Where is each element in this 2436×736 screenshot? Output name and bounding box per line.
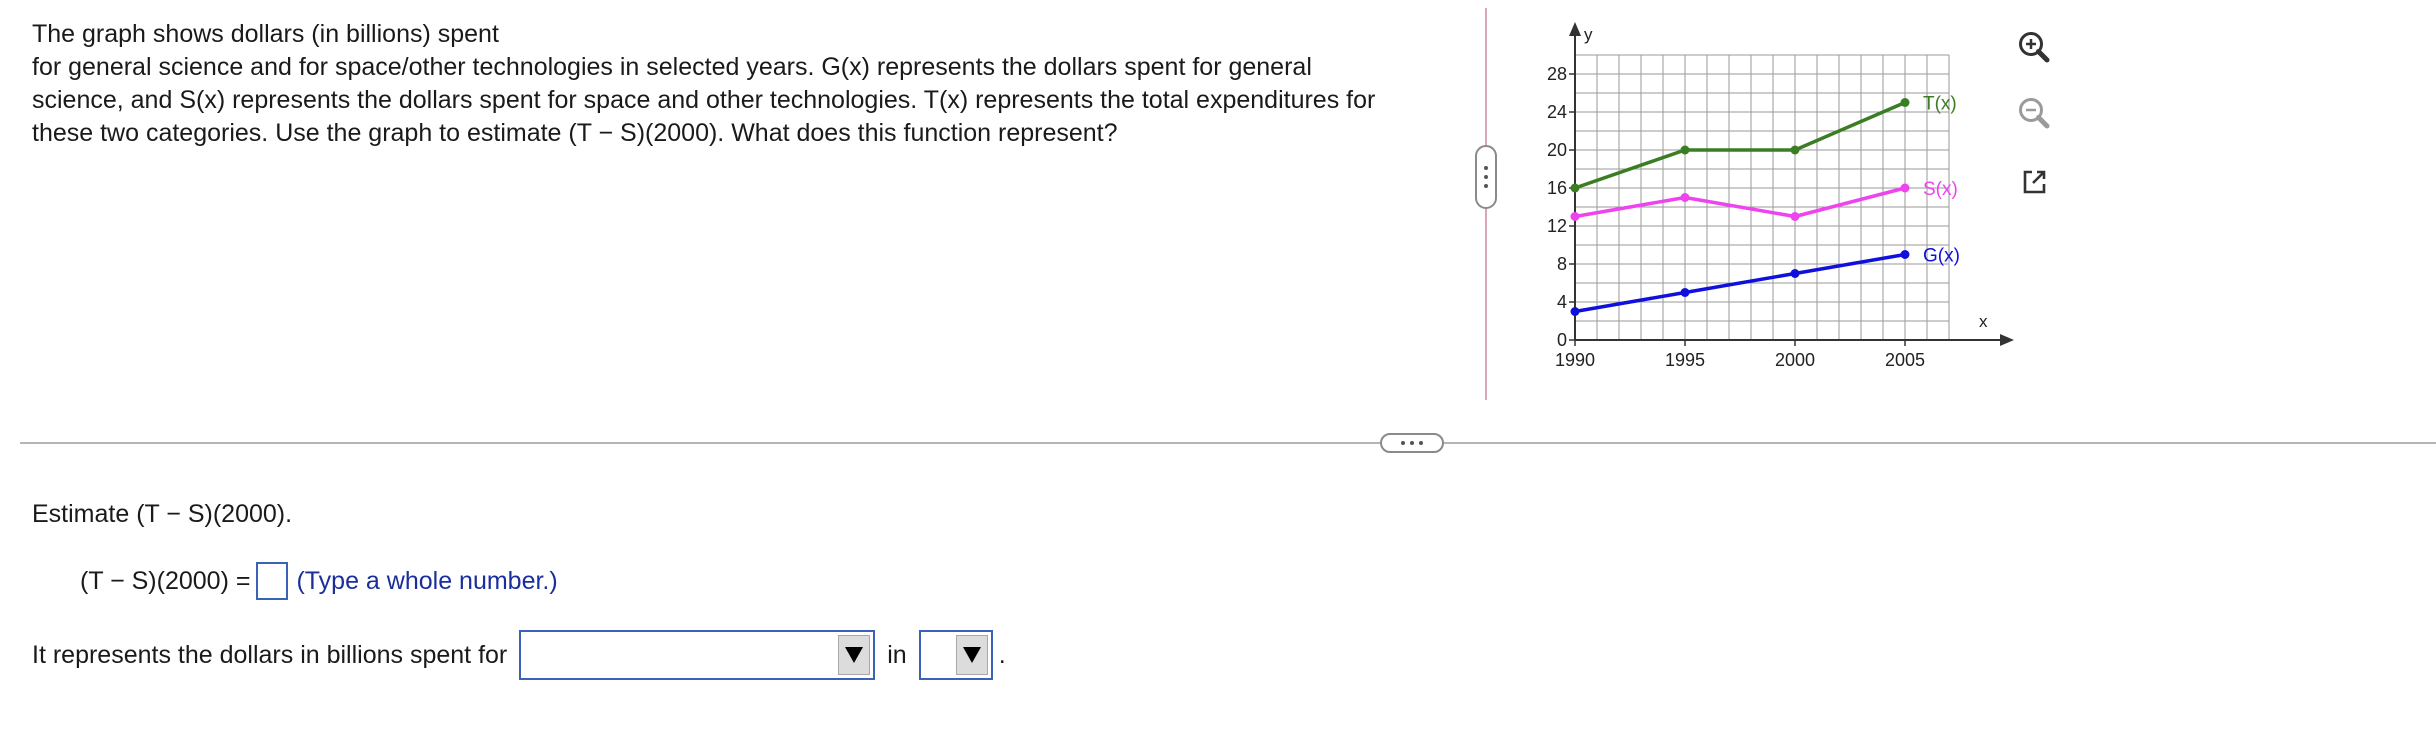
y-tick-label: 0 xyxy=(1557,330,1567,350)
question-line-2: for general science and for space/other … xyxy=(32,53,1312,81)
x-tick-label: 1990 xyxy=(1555,350,1595,370)
graph-ticks: 0 4 8 12 16 20 24 28 1990 1995 2000 2005 xyxy=(1547,64,1925,370)
zoom-in-icon xyxy=(2019,32,2050,63)
zoom-in-button[interactable] xyxy=(2010,24,2058,72)
question-line-3: science, and S(x) represents the dollars… xyxy=(32,86,1376,114)
y-tick-label: 8 xyxy=(1557,254,1567,274)
x-axis-label: x xyxy=(1979,312,1988,331)
x-tick-label: 2000 xyxy=(1775,350,1815,370)
part2-answer-row: It represents the dollars in billions sp… xyxy=(32,630,1006,680)
series-point xyxy=(1570,212,1580,221)
zoom-out-button[interactable] xyxy=(2010,90,2058,138)
expenditure-graph: y x 0 4 8 12 16 20 24 28 1990 1995 2000 2005 T(x) S(… xyxy=(1547,22,2014,370)
y-tick-label: 4 xyxy=(1557,292,1567,312)
series-line xyxy=(1574,100,1906,190)
chevron-down-icon[interactable] xyxy=(955,635,988,675)
expression-label: (T − S)(2000) = xyxy=(80,566,251,595)
series-point xyxy=(1680,145,1690,155)
connector-label: in xyxy=(887,640,907,669)
popout-button[interactable] xyxy=(2010,158,2058,206)
question-line-1: The graph shows dollars (in billions) sp… xyxy=(32,20,499,48)
part1-prompt: Estimate (T − S)(2000). xyxy=(32,500,293,528)
graph-grid xyxy=(1574,54,1950,341)
chevron-down-icon[interactable] xyxy=(838,635,871,675)
sentence-period: . xyxy=(998,640,1006,669)
part1-answer-row: (T − S)(2000) = (Type a whole number.) xyxy=(80,561,558,601)
y-tick-label: 12 xyxy=(1547,216,1567,236)
series-point xyxy=(1900,98,1910,107)
answer-input[interactable] xyxy=(256,562,289,600)
series-line xyxy=(1574,186,1906,219)
question-line-4: these two categories. Use the graph to e… xyxy=(32,119,1118,147)
series-label: G(x) xyxy=(1923,246,1960,267)
y-tick-label: 28 xyxy=(1547,64,1567,84)
question-text: The graph shows dollars (in billions) sp… xyxy=(32,18,1462,150)
horizontal-resize-handle[interactable] xyxy=(1380,433,1444,453)
series-point xyxy=(1790,145,1800,155)
series-point xyxy=(1900,250,1910,259)
popout-icon xyxy=(2023,170,2046,194)
x-tick-label: 1995 xyxy=(1665,350,1705,370)
y-tick-label: 20 xyxy=(1547,140,1567,160)
y-tick-label: 16 xyxy=(1547,178,1567,198)
zoom-out-icon xyxy=(2019,98,2050,129)
part2-prefix: It represents the dollars in billions sp… xyxy=(32,640,508,669)
series-label: T(x) xyxy=(1923,94,1957,115)
y-tick-label: 24 xyxy=(1547,102,1567,122)
y-axis-label: y xyxy=(1584,25,1593,44)
vertical-resize-handle[interactable] xyxy=(1475,145,1497,209)
category-dropdown[interactable] xyxy=(519,630,876,680)
series-label: S(x) xyxy=(1923,179,1958,200)
series-point xyxy=(1790,212,1800,221)
answer-hint: (Type a whole number.) xyxy=(296,566,558,595)
x-tick-label: 2005 xyxy=(1885,350,1925,370)
series-point xyxy=(1680,193,1690,202)
series-point xyxy=(1790,269,1800,278)
series-point xyxy=(1680,288,1690,297)
year-dropdown[interactable] xyxy=(918,630,993,680)
series-point xyxy=(1570,307,1580,316)
series-point xyxy=(1900,183,1910,193)
horizontal-divider xyxy=(20,442,2436,444)
series-point xyxy=(1570,183,1580,193)
